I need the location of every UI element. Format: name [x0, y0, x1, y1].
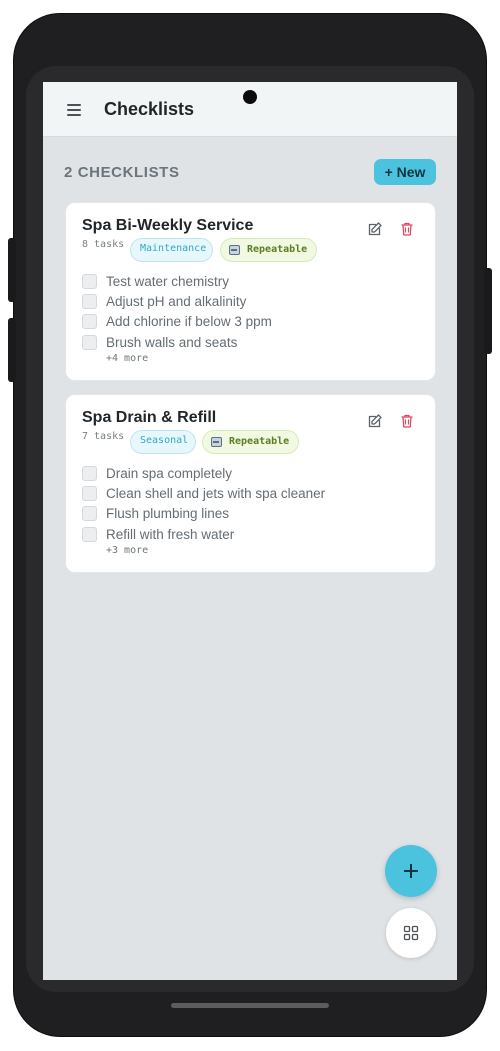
- edit-icon[interactable]: [367, 413, 383, 429]
- edit-icon[interactable]: [367, 221, 383, 237]
- checklist-card[interactable]: Spa Bi-Weekly Service 8 tasks Maintenanc…: [65, 202, 436, 381]
- repeat-icon: [229, 245, 240, 255]
- grid-view-button[interactable]: [386, 908, 436, 958]
- list-item: Refill with fresh water: [82, 524, 325, 544]
- item-label: Add chlorine if below 3 ppm: [106, 314, 272, 330]
- more-items-label: +3 more: [106, 545, 149, 556]
- checklist-card[interactable]: Spa Drain & Refill 7 tasks Seasonal Repe…: [65, 394, 436, 573]
- list-item: Add chlorine if below 3 ppm: [82, 312, 272, 332]
- power-button: [484, 268, 492, 354]
- home-indicator[interactable]: [171, 1003, 329, 1008]
- item-checkbox[interactable]: [82, 334, 97, 350]
- repeat-icon: [211, 437, 222, 447]
- front-camera: [243, 90, 257, 104]
- list-item: Clean shell and jets with spa cleaner: [82, 483, 325, 503]
- category-badge: Seasonal: [130, 430, 196, 454]
- repeatable-badge: Repeatable: [202, 430, 299, 454]
- item-label: Refill with fresh water: [106, 526, 235, 542]
- checklist-title: Spa Bi-Weekly Service: [82, 217, 254, 234]
- task-count: 8 tasks: [82, 239, 125, 250]
- item-label: Clean shell and jets with spa cleaner: [106, 485, 326, 501]
- task-count: 7 tasks: [82, 431, 125, 442]
- item-checkbox[interactable]: [82, 293, 97, 309]
- item-checkbox[interactable]: [82, 273, 97, 289]
- repeatable-label: Repeatable: [247, 244, 308, 255]
- new-checklist-button[interactable]: + New: [374, 159, 436, 185]
- more-items-label: +4 more: [106, 353, 149, 364]
- item-checkbox[interactable]: [82, 465, 97, 481]
- item-checkbox[interactable]: [82, 485, 97, 501]
- repeatable-label: Repeatable: [229, 436, 290, 447]
- item-label: Test water chemistry: [106, 273, 230, 289]
- item-label: Adjust pH and alkalinity: [106, 293, 247, 309]
- item-checkbox[interactable]: [82, 314, 97, 330]
- page-title: Checklists: [104, 99, 195, 119]
- list-item: Brush walls and seats: [82, 332, 272, 352]
- category-badge: Maintenance: [130, 238, 213, 262]
- trash-icon[interactable]: [399, 413, 415, 429]
- checklist-title: Spa Drain & Refill: [82, 409, 217, 426]
- list-item: Flush plumbing lines: [82, 504, 325, 524]
- list-item: Adjust pH and alkalinity: [82, 291, 272, 311]
- volume-down-button: [8, 318, 16, 382]
- grid-icon: [403, 925, 419, 941]
- checklist-count: 2 CHECKLISTS: [64, 164, 180, 181]
- volume-up-button: [8, 238, 16, 302]
- add-checklist-fab[interactable]: [385, 845, 437, 897]
- item-label: Drain spa completely: [106, 465, 233, 481]
- item-label: Flush plumbing lines: [106, 506, 230, 522]
- hamburger-icon[interactable]: [67, 104, 81, 116]
- repeatable-badge: Repeatable: [220, 238, 317, 262]
- list-item: Test water chemistry: [82, 271, 272, 291]
- item-checkbox[interactable]: [82, 506, 97, 522]
- list-item: Drain spa completely: [82, 463, 325, 483]
- checklist-items: Drain spa completely Clean shell and jet…: [82, 463, 325, 544]
- app-screen: Checklists 2 CHECKLISTS + New Spa Bi-Wee…: [43, 82, 457, 980]
- item-checkbox[interactable]: [82, 526, 97, 542]
- item-label: Brush walls and seats: [106, 334, 238, 350]
- trash-icon[interactable]: [399, 221, 415, 237]
- checklist-items: Test water chemistry Adjust pH and alkal…: [82, 271, 272, 352]
